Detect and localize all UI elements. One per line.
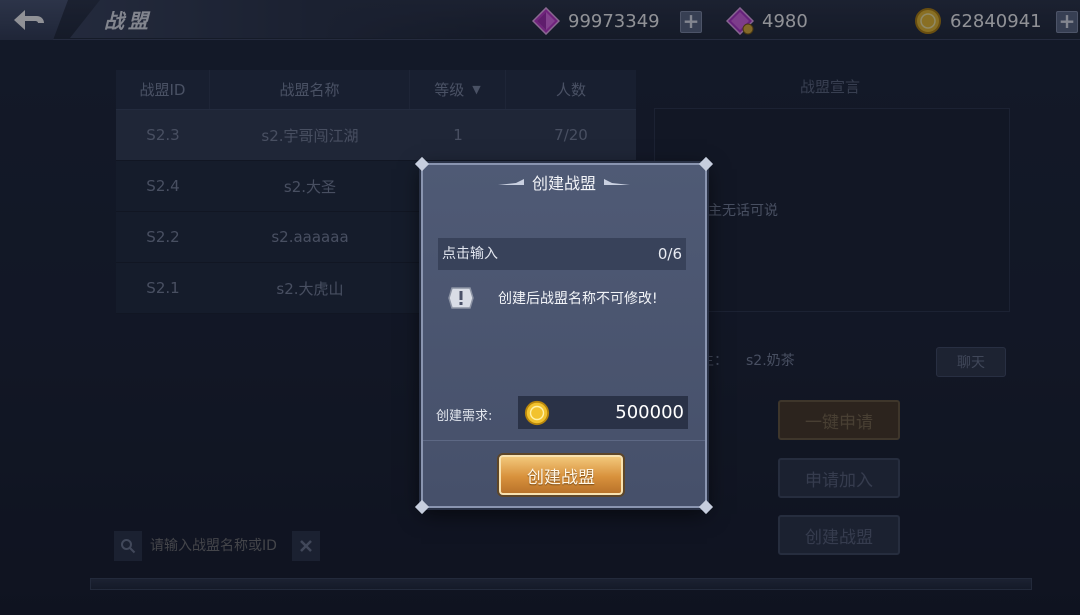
dialog-title: 创建战盟 xyxy=(531,174,596,193)
warning-text: 创建后战盟名称不可修改! xyxy=(498,291,658,307)
create-alliance-dialog: 创建战盟 0/6 创建后战盟名称不可修改! 创建需求: 500000 创建战盟 xyxy=(414,156,714,515)
gold-coin-icon xyxy=(524,400,550,425)
requirement-label: 创建需求: xyxy=(436,409,493,424)
warning-icon xyxy=(448,287,474,309)
alliance-name-input[interactable] xyxy=(442,240,622,268)
dialog-divider xyxy=(423,440,705,441)
char-count: 0/6 xyxy=(657,245,682,263)
dialog-header: 创建战盟 xyxy=(423,165,705,199)
confirm-create-button[interactable]: 创建战盟 xyxy=(499,455,623,495)
requirement-value: 500000 xyxy=(615,402,684,423)
requirement-box: 500000 xyxy=(518,396,688,429)
right-wing-ornament-icon xyxy=(604,179,630,185)
alliance-name-field[interactable]: 0/6 xyxy=(438,238,686,270)
left-wing-ornament-icon xyxy=(497,179,524,185)
